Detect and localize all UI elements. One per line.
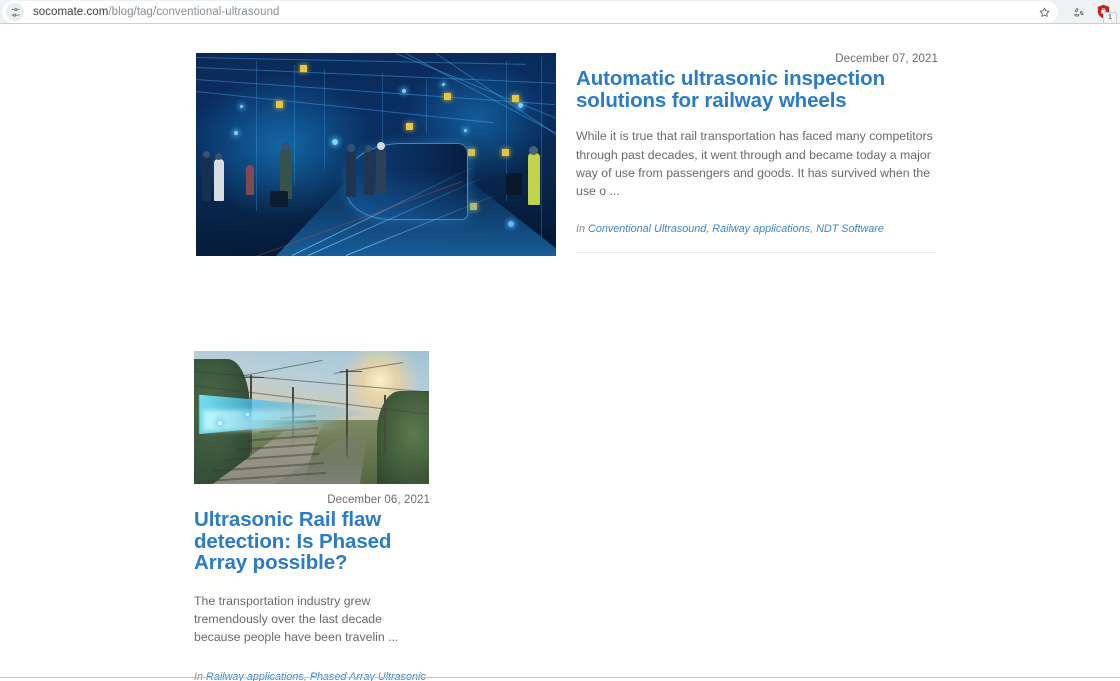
post-thumbnail-image[interactable]: [196, 53, 556, 256]
post-excerpt: The transportation industry grew tremend…: [194, 594, 399, 645]
page-bottom-divider: [0, 677, 1120, 678]
category-link[interactable]: Railway applications: [712, 223, 810, 235]
star-outline-icon[interactable]: [1034, 2, 1054, 22]
url-path: /blog/tag/conventional-ultrasound: [108, 6, 280, 18]
browser-toolbar: socomate.com/blog/tag/conventional-ultra…: [0, 0, 1120, 24]
post-title-link[interactable]: Automatic ultrasonic inspection solution…: [576, 68, 938, 112]
category-link[interactable]: Conventional Ultrasound: [588, 223, 706, 235]
site-settings-tune-icon[interactable]: [6, 3, 24, 21]
page-content: December 07, 2021 Automatic ultrasonic i…: [0, 25, 1120, 681]
category-link[interactable]: NDT Software: [816, 223, 884, 235]
address-bar-url: socomate.com/blog/tag/conventional-ultra…: [33, 6, 279, 18]
post-categories: In Conventional Ultrasound, Railway appl…: [576, 222, 884, 235]
address-bar[interactable]: socomate.com/blog/tag/conventional-ultra…: [2, 1, 1058, 23]
post-categories: In Railway applications, Phased Array Ul…: [194, 670, 430, 681]
post-date: December 06, 2021: [327, 494, 430, 506]
post-title-link[interactable]: Ultrasonic Rail flaw detection: Is Phase…: [194, 509, 430, 574]
post-divider: [576, 251, 936, 253]
extensions-recycle-icon[interactable]: [1068, 2, 1088, 22]
browser-window: socomate.com/blog/tag/conventional-ultra…: [0, 0, 1120, 681]
profile-badge-count: 1: [1103, 12, 1117, 24]
post-text-block: December 07, 2021 Automatic ultrasonic i…: [576, 53, 938, 253]
post-thumbnail-image[interactable]: [194, 351, 429, 484]
post-excerpt: While it is true that rail transportatio…: [576, 129, 933, 198]
post-text-block: December 06, 2021 Ultrasonic Rail flaw d…: [194, 494, 430, 681]
in-label: In: [576, 222, 586, 235]
post-date: December 07, 2021: [835, 53, 938, 65]
profile-shield-icon[interactable]: 1: [1094, 1, 1117, 24]
url-domain: socomate.com: [33, 6, 109, 18]
